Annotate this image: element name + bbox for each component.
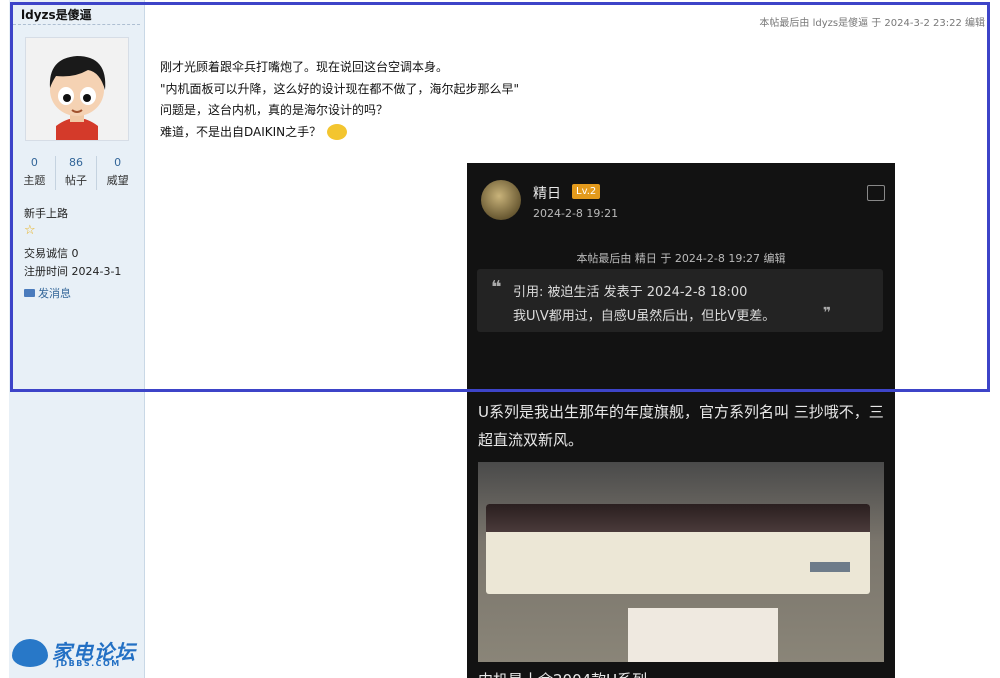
laughing-emoji-icon: [327, 124, 348, 140]
send-message-label: 发消息: [38, 287, 71, 300]
edit-meta: 本帖最后由 ldyzs是傻逼 于 2024-3-2 23:22 编辑: [759, 18, 985, 29]
quote-body: 我U\V都用过，自感U虽然后出，但比V更差。: [513, 309, 776, 324]
send-message-link[interactable]: 发消息: [24, 285, 71, 301]
register-date: 注册时间 2024-3-1: [24, 265, 122, 278]
thumbs-up-icon: [867, 185, 885, 201]
logo-subtext: JDBBS.COM: [56, 659, 121, 668]
level-badge: Lv.2: [572, 184, 601, 199]
envelope-icon: [24, 289, 35, 297]
author-name[interactable]: ldyzs是傻逼: [21, 6, 92, 23]
quote-header: 引用: 被迫生活 发表于 2024-2-8 18:00: [513, 285, 748, 300]
avatar[interactable]: [25, 37, 129, 141]
stat-threads-label: 主题: [23, 174, 46, 187]
post-line: 难道，不是出自DAIKIN之手？: [160, 124, 322, 139]
post-line: 刚才光顾着跟伞兵打嘴炮了。现在说回这台空调本身。: [160, 60, 449, 74]
air-conditioner-photo: [478, 462, 884, 662]
stat-prestige-value: 0: [114, 156, 122, 169]
ac-unit: [486, 504, 870, 594]
open-quote-icon: ❝: [491, 277, 502, 298]
stat-threads-value: 0: [30, 156, 38, 169]
stat-posts[interactable]: 86 帖子: [56, 156, 98, 190]
stat-posts-label: 帖子: [65, 174, 87, 187]
stat-prestige-label: 威望: [106, 174, 129, 187]
post-line: 问题是，这台内机，真的是海尔设计的吗？: [160, 103, 389, 117]
post-line: "内机面板可以升降，这么好的设计现在都不做了，海尔起步那么早": [160, 81, 520, 96]
avatar-illustration: [26, 38, 128, 140]
post-line-with-emoji: 难道，不是出自DAIKIN之手？: [160, 122, 519, 144]
ac-panel: [486, 504, 870, 532]
post-body: 刚才光顾着跟伞兵打嘴炮了。现在说回这台空调本身。 "内机面板可以升降，这么好的设…: [160, 57, 519, 143]
trade-credit: 交易诚信 0: [24, 247, 79, 260]
logo-emblem-icon: [12, 639, 48, 667]
embedded-cut-text: 内机是十余2004款U系列: [478, 669, 647, 678]
embedded-date: 2024-2-8 19:21: [533, 207, 619, 220]
site-logo[interactable]: 家电论坛 JDBBS.COM: [12, 636, 137, 672]
embedded-avatar: [481, 180, 521, 220]
close-quote-icon: ❞: [823, 305, 832, 321]
ac-display: [810, 562, 850, 572]
divider: [13, 24, 140, 25]
post-content-area: 本帖最后由 ldyzs是傻逼 于 2024-3-2 23:22 编辑 刚才光顾着…: [145, 0, 1000, 678]
embedded-quote: ❝ 引用: 被迫生活 发表于 2024-2-8 18:00 我U\V都用过，自感…: [477, 269, 883, 332]
embedded-body: U系列是我出生那年的年度旗舰，官方系列名叫 三抄哦不，三超直流双新风。: [478, 403, 884, 449]
embedded-username: 精日: [533, 186, 561, 202]
user-rank[interactable]: 新手上路: [24, 205, 68, 221]
cardboard-box: [628, 608, 778, 662]
stat-threads[interactable]: 0 主题: [14, 156, 56, 190]
star-icon: ☆: [24, 223, 36, 238]
author-stats: 0 主题 86 帖子 0 威望: [14, 156, 138, 190]
embedded-edit-meta: 本帖最后由 精日 于 2024-2-8 19:27 编辑: [576, 252, 786, 265]
stat-prestige[interactable]: 0 威望: [97, 156, 138, 190]
embedded-screenshot[interactable]: 精日 Lv.2 2024-2-8 19:21 本帖最后由 精日 于 2024-2…: [467, 163, 895, 678]
stat-posts-value: 86: [69, 156, 83, 169]
